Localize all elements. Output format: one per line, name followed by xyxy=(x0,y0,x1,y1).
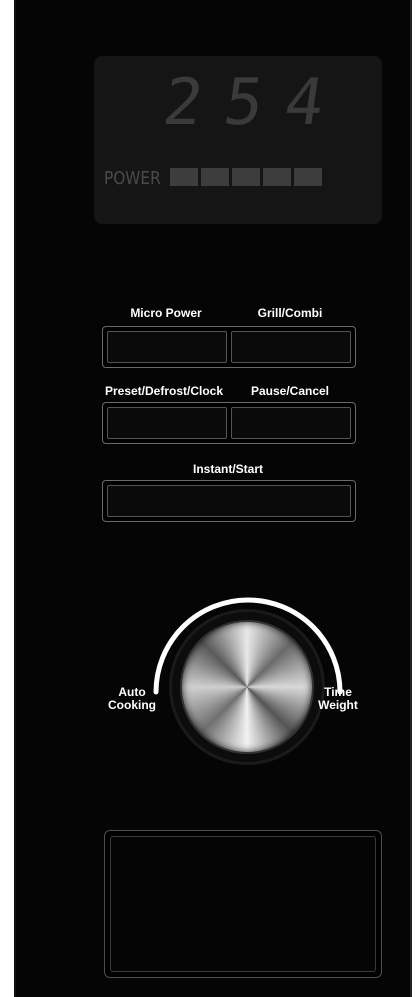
door-release-panel[interactable] xyxy=(104,830,382,978)
preset-defrost-clock-button[interactable] xyxy=(107,407,227,439)
power-label: POWER xyxy=(104,168,161,189)
power-level-bar xyxy=(170,168,322,186)
micro-power-label: Micro Power xyxy=(130,306,202,320)
grill-combi-label: Grill/Combi xyxy=(257,306,323,320)
power-segment xyxy=(170,168,198,186)
lcd-display: 254 POWER xyxy=(94,56,382,224)
instant-start-button[interactable] xyxy=(102,480,356,522)
power-segment xyxy=(294,168,322,186)
selector-dial-bezel xyxy=(172,612,322,762)
time-readout: 254 xyxy=(158,66,351,140)
power-segment xyxy=(201,168,229,186)
preset-defrost-clock-label: Preset/Defrost/Clock xyxy=(104,384,224,398)
time-weight-label: Time Weight xyxy=(310,686,366,712)
door-release-panel-face xyxy=(110,836,376,972)
instant-start-button-face xyxy=(107,485,351,517)
selector-dial-knob[interactable] xyxy=(182,622,312,752)
microwave-control-panel: 254 POWER Micro Power Grill/Combi Preset… xyxy=(14,0,412,997)
instant-start-label: Instant/Start xyxy=(192,462,263,476)
power-segment xyxy=(263,168,291,186)
time-weight-line2: Weight xyxy=(318,698,358,712)
grill-combi-button[interactable] xyxy=(231,331,351,363)
row1-button-pair xyxy=(102,326,356,368)
row2-button-pair xyxy=(102,402,356,444)
pause-cancel-label: Pause/Cancel xyxy=(250,384,330,398)
auto-cooking-line2: Cooking xyxy=(108,698,156,712)
power-segment xyxy=(232,168,260,186)
pause-cancel-button[interactable] xyxy=(231,407,351,439)
auto-cooking-label: Auto Cooking xyxy=(104,686,160,712)
micro-power-button[interactable] xyxy=(107,331,227,363)
